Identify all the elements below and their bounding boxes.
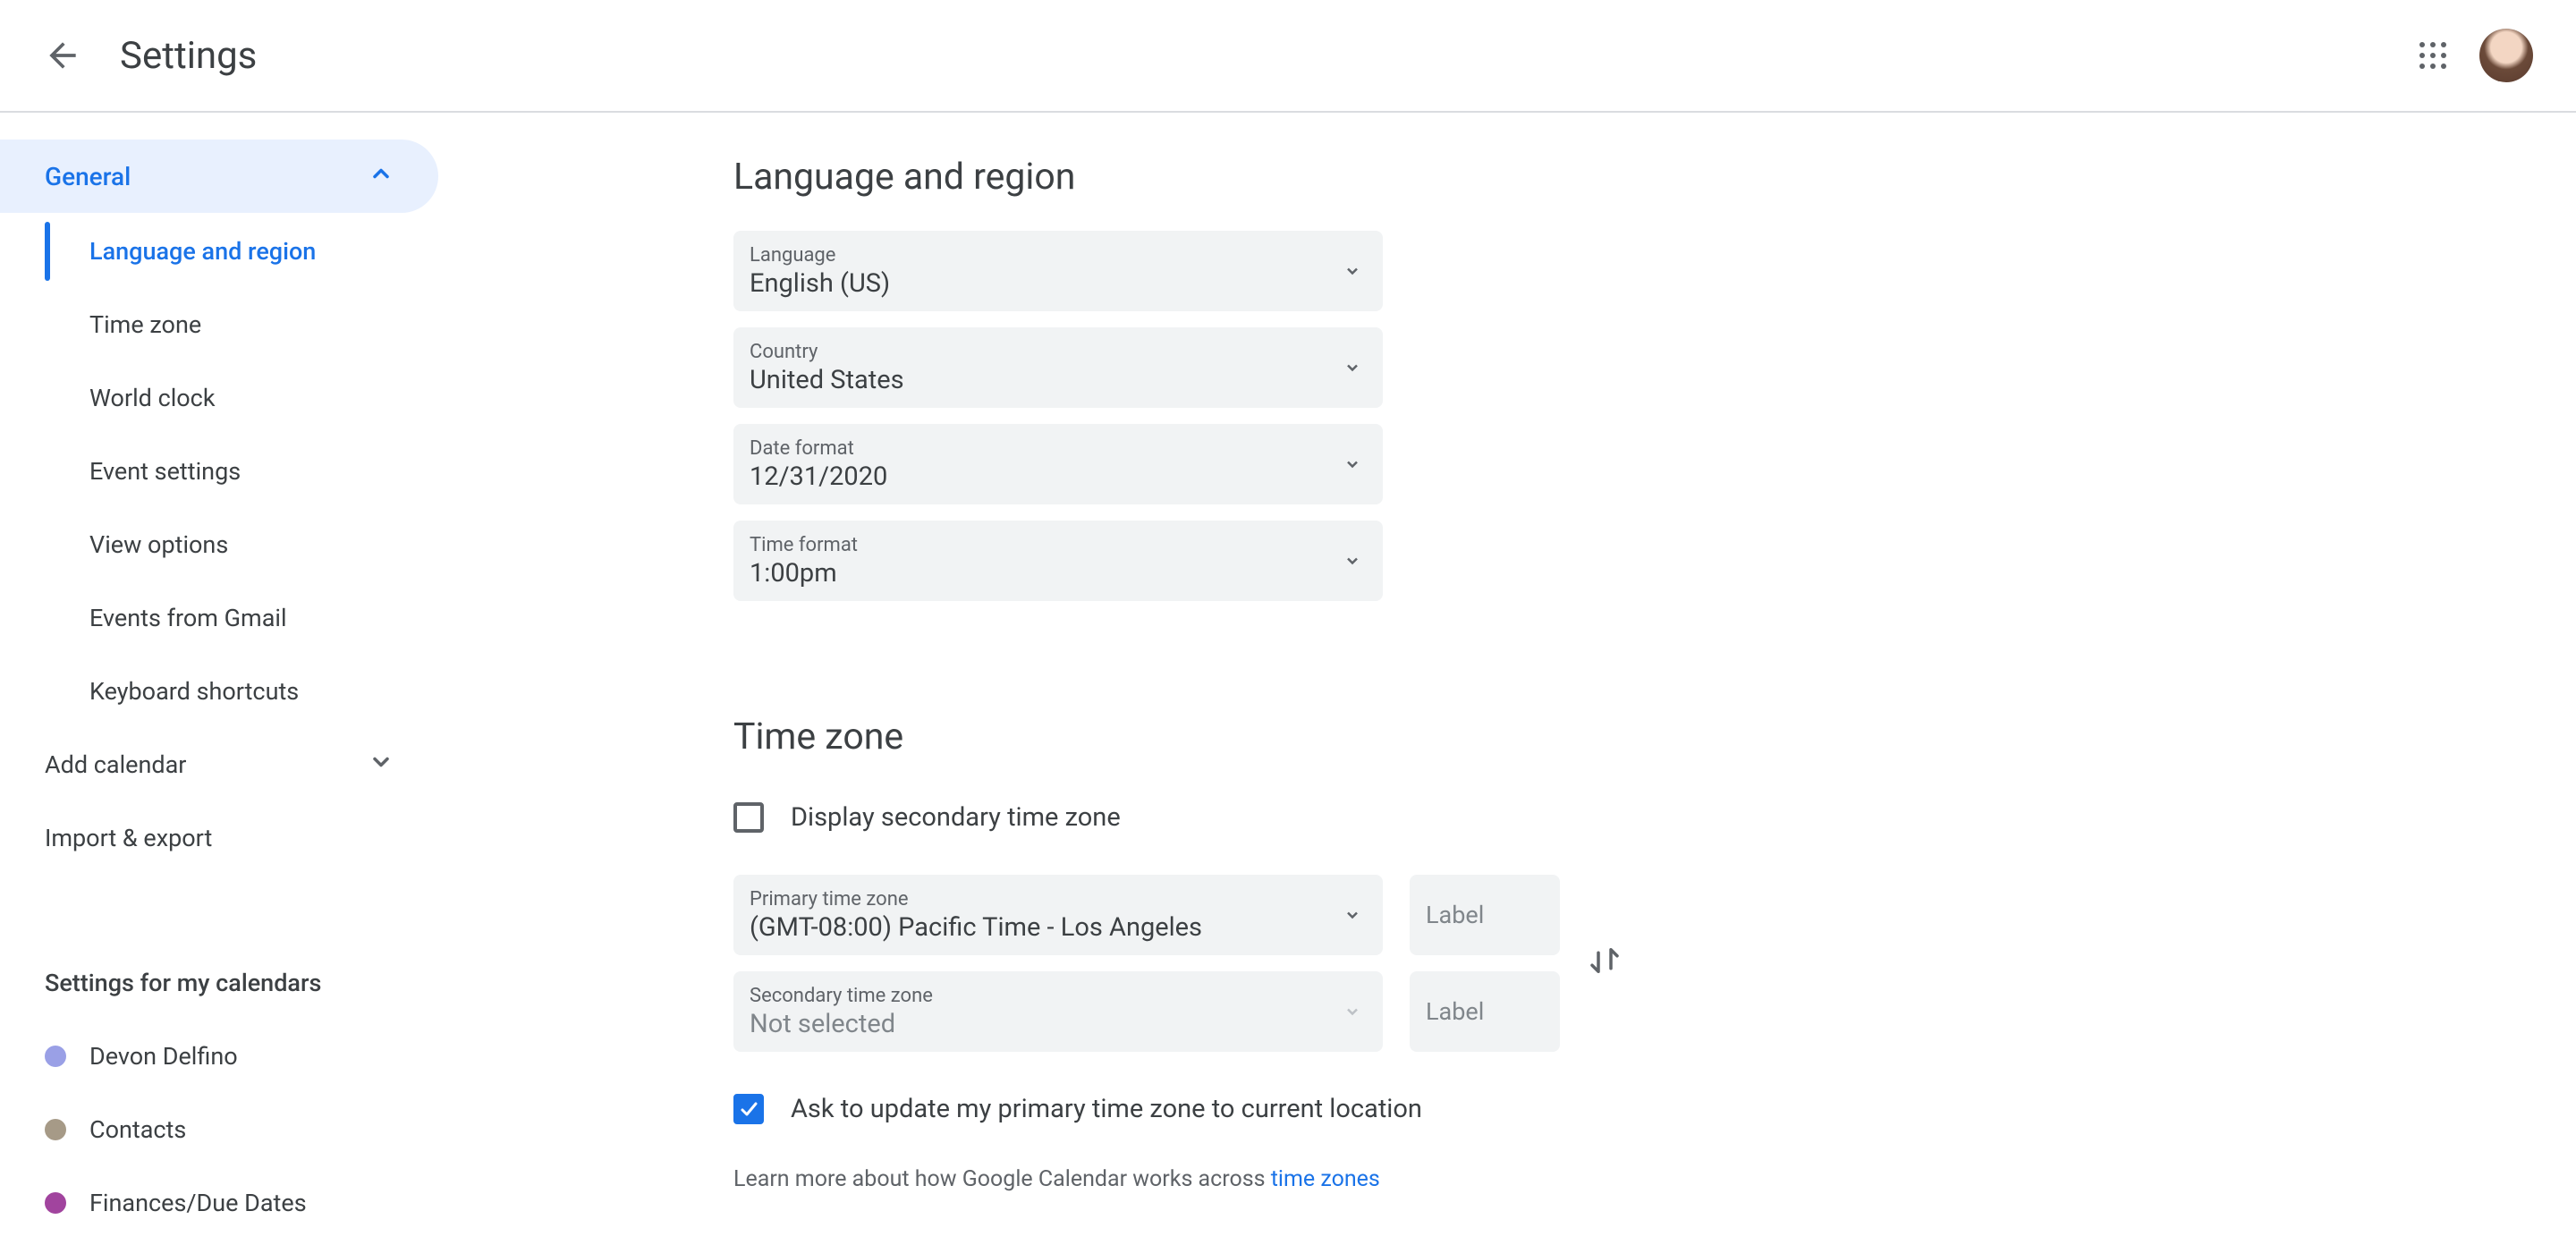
page-title: Settings (120, 34, 257, 78)
swap-timezones-button[interactable] (1586, 942, 1623, 986)
select-label: Country (750, 341, 1343, 363)
date-format-select[interactable]: Date format 12/31/2020 (733, 424, 1383, 504)
primary-tz-select[interactable]: Primary time zone (GMT-08:00) Pacific Ti… (733, 875, 1383, 955)
dropdown-arrow-icon (1343, 546, 1361, 576)
google-apps-button[interactable] (2397, 20, 2469, 91)
select-value: United States (750, 365, 1343, 395)
select-label: Primary time zone (750, 888, 1343, 910)
select-label: Date format (750, 437, 1343, 460)
sidebar-item-label: Event settings (89, 457, 241, 486)
sidebar-item-language-and-region[interactable]: Language and region (47, 215, 438, 288)
calendar-name: Finances/Due Dates (89, 1189, 307, 1217)
input-placeholder: Label (1426, 997, 1484, 1026)
settings-main: Language and region Language English (US… (438, 113, 2576, 1245)
section-title-time-zone: Time zone (733, 716, 2576, 758)
sidebar-item-add-calendar[interactable]: Add calendar (0, 728, 438, 801)
sidebar-item-label: View options (89, 530, 228, 559)
sidebar-item-label: Keyboard shortcuts (89, 677, 299, 706)
checkbox-label: Display secondary time zone (791, 802, 1121, 833)
calendar-name: Contacts (89, 1115, 186, 1144)
arrow-left-icon (43, 36, 82, 75)
account-avatar[interactable] (2479, 29, 2533, 82)
calendar-color-dot (45, 1046, 66, 1067)
ask-update-tz-row: Ask to update my primary time zone to cu… (733, 1082, 2576, 1136)
sidebar-item-label: Time zone (89, 310, 201, 339)
calendar-name: Devon Delfino (89, 1042, 238, 1071)
sidebar-section-label: General (45, 162, 131, 191)
sidebar-calendar-item[interactable]: Finances/Due Dates (0, 1166, 438, 1240)
time-zones-helper-text: Learn more about how Google Calendar wor… (733, 1166, 2576, 1192)
dropdown-arrow-icon (1343, 450, 1361, 479)
display-secondary-tz-row: Display secondary time zone (733, 791, 2576, 844)
select-value: 1:00pm (750, 558, 1343, 589)
select-value: (GMT-08:00) Pacific Time - Los Angeles (750, 912, 1343, 943)
sidebar-item-time-zone[interactable]: Time zone (47, 288, 438, 361)
dropdown-arrow-icon (1343, 901, 1361, 930)
select-value: Not selected (750, 1009, 1343, 1039)
sidebar-item-label: Events from Gmail (89, 604, 287, 632)
sidebar-item-label: Add calendar (45, 750, 186, 779)
sidebar-calendar-item[interactable]: Contacts (0, 1093, 438, 1166)
swap-vertical-icon (1586, 942, 1623, 979)
checkmark-icon (738, 1098, 759, 1120)
dropdown-arrow-icon (1343, 997, 1361, 1027)
dropdown-arrow-icon (1343, 353, 1361, 383)
sidebar-item-world-clock[interactable]: World clock (47, 361, 438, 435)
language-select[interactable]: Language English (US) (733, 231, 1383, 311)
input-placeholder: Label (1426, 901, 1484, 929)
sidebar-item-view-options[interactable]: View options (47, 508, 438, 581)
time-format-select[interactable]: Time format 1:00pm (733, 521, 1383, 601)
calendar-color-dot (45, 1192, 66, 1214)
section-title-language-region: Language and region (733, 156, 2576, 199)
sidebar-item-keyboard-shortcuts[interactable]: Keyboard shortcuts (47, 655, 438, 728)
sidebar-item-events-from-gmail[interactable]: Events from Gmail (47, 581, 438, 655)
sidebar-section-general[interactable]: General (0, 140, 438, 213)
sidebar-item-event-settings[interactable]: Event settings (47, 435, 438, 508)
select-value: 12/31/2020 (750, 462, 1343, 492)
checkbox-label: Ask to update my primary time zone to cu… (791, 1094, 1422, 1124)
secondary-tz-label-input[interactable]: Label (1410, 971, 1560, 1052)
secondary-tz-select[interactable]: Secondary time zone Not selected (733, 971, 1383, 1052)
country-select[interactable]: Country United States (733, 327, 1383, 408)
app-header: Settings (0, 0, 2576, 113)
time-zones-link[interactable]: time zones (1271, 1166, 1380, 1192)
sidebar-general-subitems: Language and region Time zone World cloc… (45, 215, 438, 728)
back-button[interactable] (27, 20, 98, 91)
select-label: Secondary time zone (750, 985, 1343, 1007)
sidebar-item-label: Language and region (89, 237, 316, 266)
sidebar-calendar-item[interactable]: Devon Delfino (0, 1020, 438, 1093)
select-label: Language (750, 244, 1343, 267)
sidebar-heading-my-calendars: Settings for my calendars (0, 946, 438, 1020)
select-value: English (US) (750, 268, 1343, 299)
select-label: Time format (750, 534, 1343, 556)
display-secondary-tz-checkbox[interactable] (733, 802, 764, 833)
sidebar-item-import-export[interactable]: Import & export (0, 801, 438, 875)
calendar-color-dot (45, 1119, 66, 1140)
settings-sidebar: General Language and region Time zone Wo… (0, 113, 438, 1245)
primary-tz-label-input[interactable]: Label (1410, 875, 1560, 955)
chevron-down-icon (369, 750, 394, 781)
chevron-up-icon (369, 161, 394, 192)
sidebar-item-label: World clock (89, 384, 216, 412)
apps-grid-icon (2417, 39, 2449, 72)
ask-update-tz-checkbox[interactable] (733, 1094, 764, 1124)
sidebar-item-label: Import & export (45, 824, 212, 852)
dropdown-arrow-icon (1343, 257, 1361, 286)
